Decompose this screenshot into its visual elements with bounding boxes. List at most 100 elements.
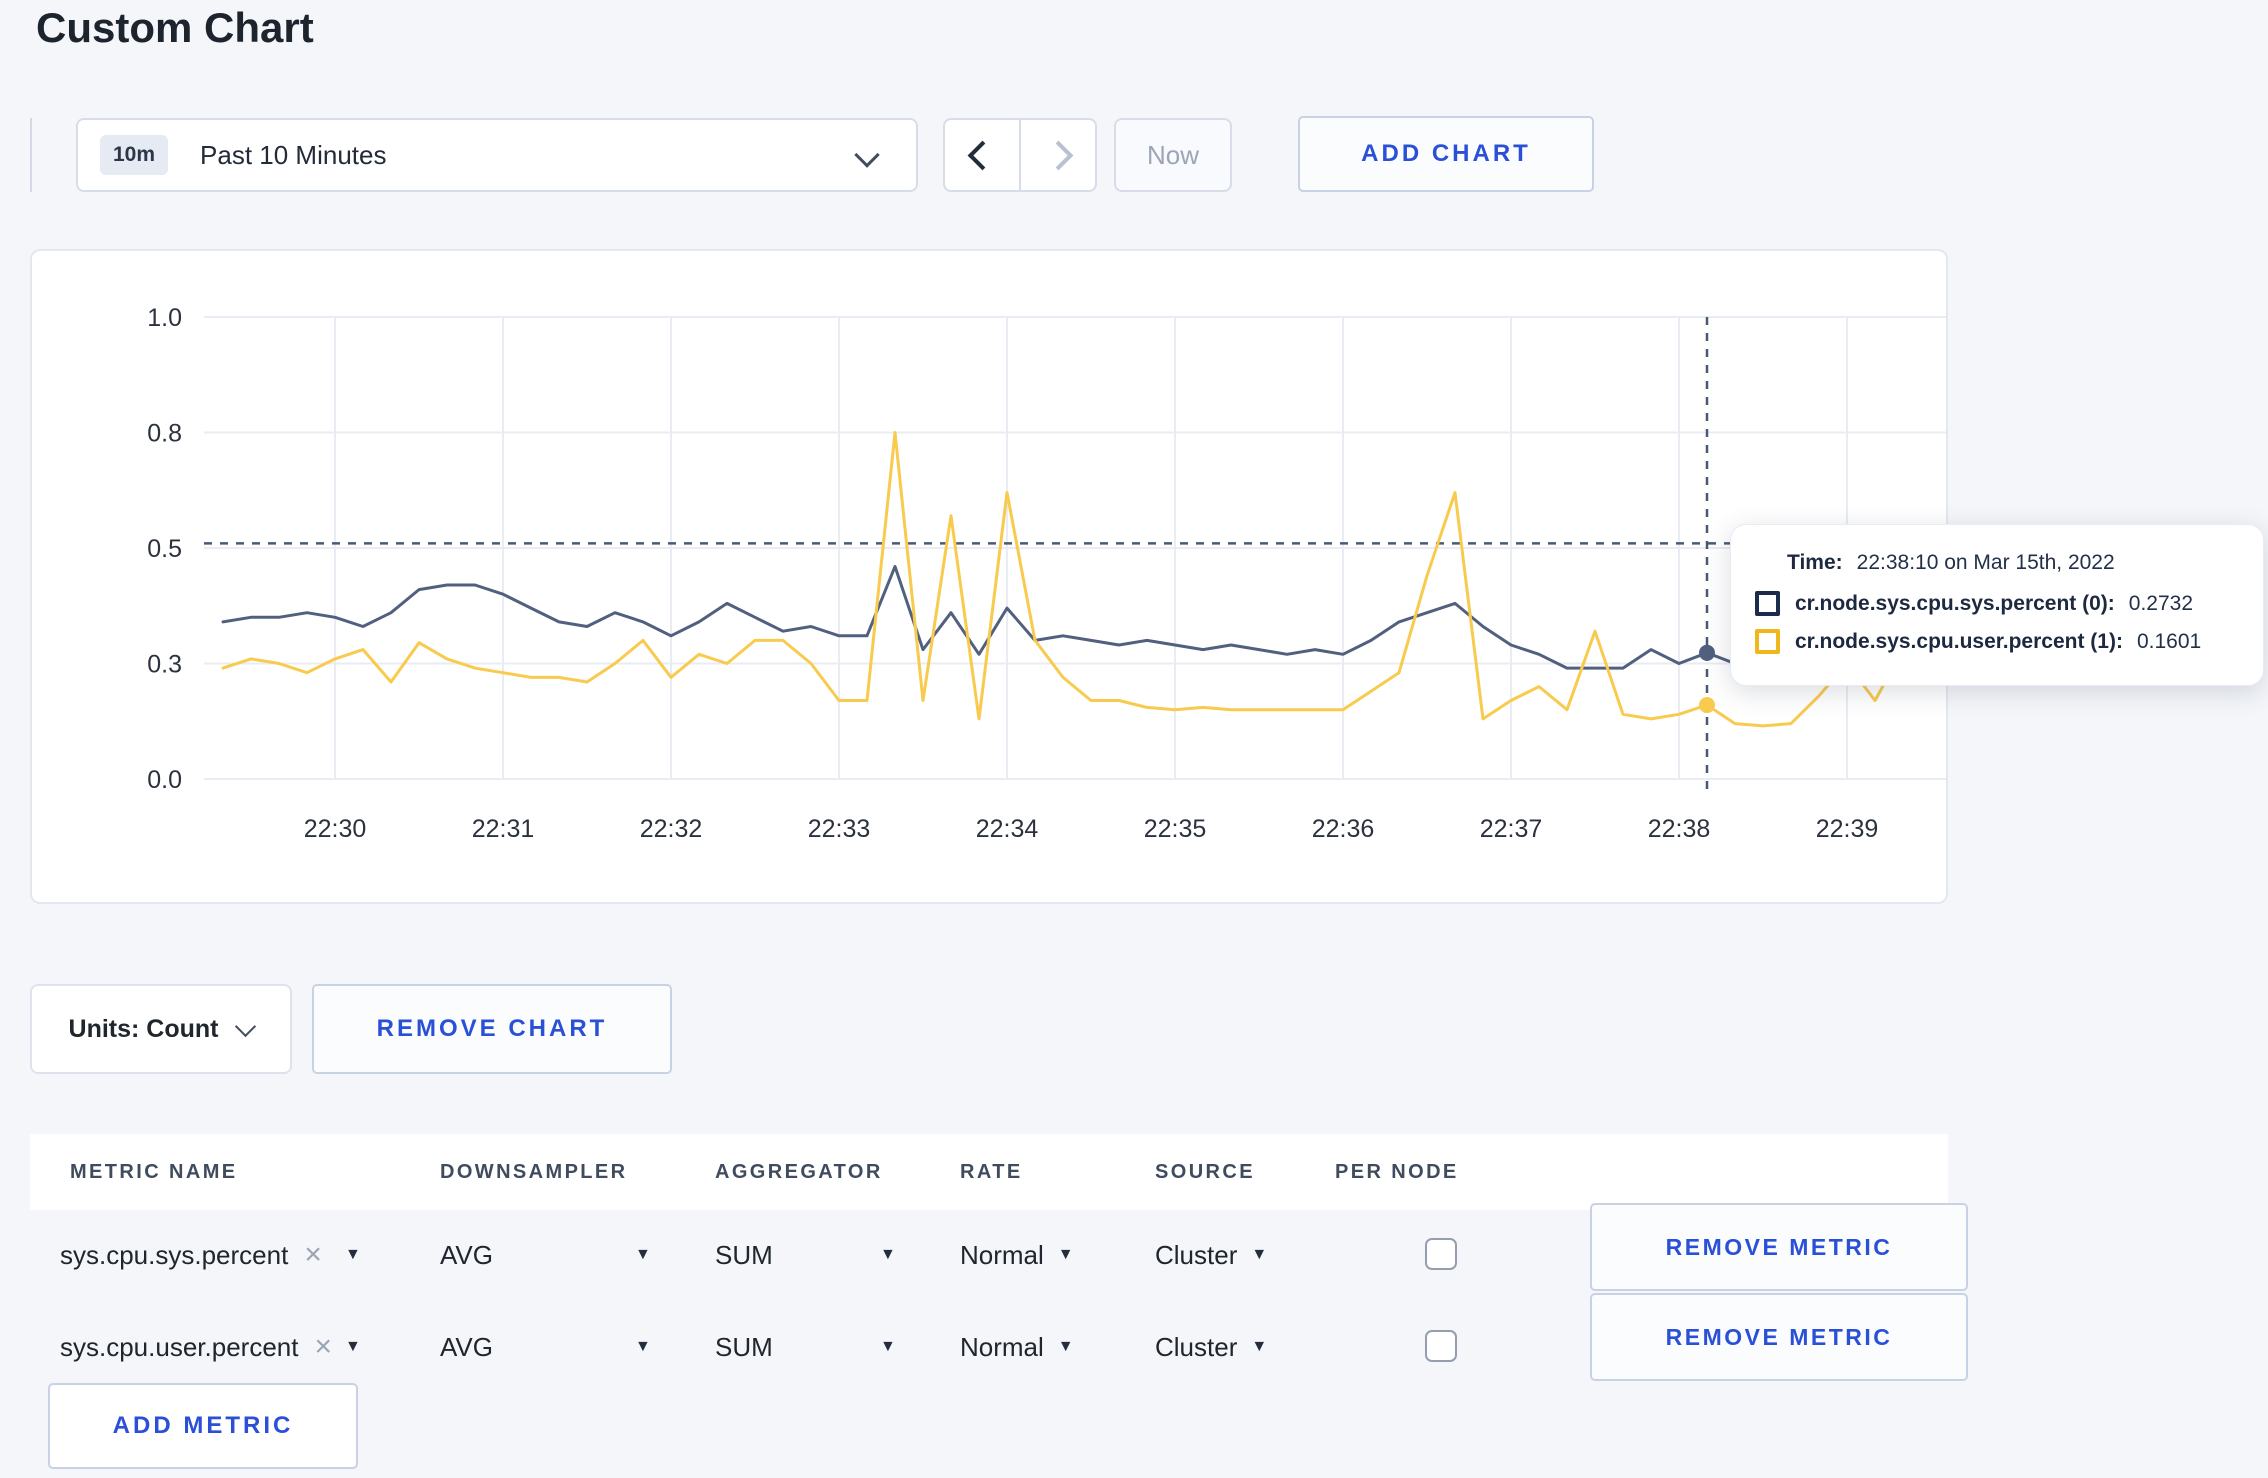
- source-value: Cluster: [1155, 1239, 1238, 1270]
- caret-down-icon: ▼: [1251, 1246, 1268, 1263]
- tooltip-series-row: cr.node.sys.cpu.sys.percent (0): 0.2732: [1755, 591, 2263, 616]
- units-label: Units: Count: [68, 1014, 219, 1043]
- rate-select[interactable]: Normal ▼: [960, 1302, 1074, 1392]
- metric-name-caret[interactable]: ▼: [345, 1302, 361, 1392]
- time-range-label: Past 10 Minutes: [200, 139, 387, 170]
- metric-row: sys.cpu.user.percent × ▼ AVG ▼ SUM ▼ Nor…: [30, 1293, 1968, 1392]
- metric-name-select[interactable]: sys.cpu.user.percent ×: [60, 1302, 332, 1392]
- tooltip-series-1-value: 0.1601: [2136, 629, 2202, 653]
- y-tick-label: 0.8: [147, 420, 182, 448]
- metric-name-select[interactable]: sys.cpu.sys.percent ×: [60, 1210, 322, 1300]
- x-tick-label: 22:34: [976, 815, 1039, 843]
- chart-card: 0.0 0.3 0.5 0.8 1.0 22:30 22:31 22:32 22:33 22:34…: [30, 249, 1948, 904]
- metrics-table-header: METRIC NAME DOWNSAMPLER AGGREGATOR RATE …: [30, 1134, 1948, 1210]
- aggregator-caret[interactable]: ▼: [880, 1210, 896, 1300]
- x-tick-label: 22:39: [1816, 815, 1879, 843]
- per-node-checkbox[interactable]: [1425, 1238, 1457, 1270]
- remove-metric-button[interactable]: REMOVE METRIC: [1590, 1293, 1968, 1381]
- chevron-left-icon: [967, 140, 997, 170]
- downsampler-caret[interactable]: ▼: [635, 1302, 651, 1392]
- downsampler-select[interactable]: AVG: [440, 1302, 493, 1392]
- caret-down-icon: ▼: [635, 1338, 651, 1355]
- header-metric-name: METRIC NAME: [70, 1161, 238, 1183]
- source-select[interactable]: Cluster ▼: [1155, 1210, 1267, 1300]
- x-tick-label: 22:33: [808, 815, 871, 843]
- tooltip-time-label: Time:: [1787, 551, 1843, 574]
- per-node-checkbox[interactable]: [1425, 1330, 1457, 1362]
- time-range-badge: 10m: [100, 135, 169, 175]
- caret-down-icon: ▼: [880, 1246, 896, 1263]
- caret-down-icon: ▼: [1057, 1338, 1074, 1355]
- y-tick-label: 0.3: [147, 651, 182, 679]
- next-time-button[interactable]: [1019, 120, 1095, 190]
- caret-down-icon: ▼: [345, 1338, 361, 1355]
- aggregator-select[interactable]: SUM: [715, 1210, 773, 1300]
- metric-name-caret[interactable]: ▼: [345, 1210, 361, 1300]
- source-value: Cluster: [1155, 1331, 1238, 1362]
- x-tick-label: 22:32: [640, 815, 703, 843]
- downsampler-select[interactable]: AVG: [440, 1210, 493, 1300]
- tooltip-series-1-name: cr.node.sys.cpu.user.percent (1):: [1795, 629, 2123, 653]
- x-tick-label: 22:30: [304, 815, 367, 843]
- chevron-down-icon: [235, 1015, 257, 1037]
- caret-down-icon: ▼: [1057, 1246, 1074, 1263]
- rate-value: Normal: [960, 1239, 1044, 1270]
- caret-down-icon: ▼: [880, 1338, 896, 1355]
- aggregator-value: SUM: [715, 1331, 773, 1362]
- aggregator-caret[interactable]: ▼: [880, 1302, 896, 1392]
- caret-down-icon: ▼: [1251, 1338, 1268, 1355]
- hover-dot-0: [1699, 644, 1716, 661]
- page-title: Custom Chart: [36, 4, 314, 51]
- prev-time-button[interactable]: [945, 120, 1019, 190]
- downsampler-value: AVG: [440, 1239, 493, 1270]
- series-line-0: [221, 565, 1933, 670]
- tooltip-time-value: 22:38:10 on Mar 15th, 2022: [1856, 551, 2115, 574]
- remove-chart-button[interactable]: REMOVE CHART: [312, 984, 672, 1074]
- add-chart-button[interactable]: ADD CHART: [1298, 116, 1594, 192]
- units-select[interactable]: Units: Count: [30, 984, 292, 1074]
- x-tick-label: 22:38: [1648, 815, 1711, 843]
- x-tick-label: 22:31: [472, 815, 535, 843]
- metric-name-label: sys.cpu.sys.percent: [60, 1239, 289, 1270]
- x-tick-label: 22:36: [1312, 815, 1375, 843]
- aggregator-select[interactable]: SUM: [715, 1302, 773, 1392]
- hover-dot-1: [1699, 697, 1716, 714]
- series-1-swatch-icon: [1755, 629, 1780, 654]
- downsampler-caret[interactable]: ▼: [635, 1210, 651, 1300]
- source-select[interactable]: Cluster ▼: [1155, 1302, 1267, 1392]
- toolbar-divider: [30, 118, 32, 192]
- header-per-node: PER NODE: [1335, 1161, 1459, 1183]
- x-tick-label: 22:35: [1144, 815, 1207, 843]
- chart-svg[interactable]: 0.0 0.3 0.5 0.8 1.0 22:30 22:31 22:32 22:33 22:34…: [32, 251, 1946, 902]
- aggregator-value: SUM: [715, 1239, 773, 1270]
- metric-name-label: sys.cpu.user.percent: [60, 1331, 299, 1362]
- rate-value: Normal: [960, 1331, 1044, 1362]
- rate-select[interactable]: Normal ▼: [960, 1210, 1074, 1300]
- y-tick-label: 0.0: [147, 766, 182, 794]
- tooltip-series-row: cr.node.sys.cpu.user.percent (1): 0.1601: [1755, 629, 2263, 654]
- y-tick-label: 1.0: [147, 304, 182, 332]
- x-tick-label: 22:37: [1480, 815, 1543, 843]
- series-line-1: [221, 431, 1933, 728]
- now-button[interactable]: Now: [1114, 118, 1232, 192]
- caret-down-icon: ▼: [635, 1246, 651, 1263]
- clear-metric-icon[interactable]: ×: [304, 1238, 322, 1272]
- tooltip-series-0-name: cr.node.sys.cpu.sys.percent (0):: [1795, 591, 2115, 615]
- chart-tooltip: Time: 22:38:10 on Mar 15th, 2022 cr.node.…: [1730, 524, 2264, 686]
- time-pager: [943, 118, 1097, 192]
- remove-metric-button[interactable]: REMOVE METRIC: [1590, 1203, 1968, 1291]
- header-rate: RATE: [960, 1161, 1023, 1183]
- header-source: SOURCE: [1155, 1161, 1255, 1183]
- add-metric-button[interactable]: ADD METRIC: [48, 1383, 358, 1469]
- tooltip-series-0-value: 0.2732: [2128, 591, 2194, 615]
- caret-down-icon: ▼: [345, 1246, 361, 1263]
- series-0-swatch-icon: [1755, 591, 1780, 616]
- header-downsampler: DOWNSAMPLER: [440, 1161, 628, 1183]
- header-aggregator: AGGREGATOR: [715, 1161, 883, 1183]
- metric-row: sys.cpu.sys.percent × ▼ AVG ▼ SUM ▼ Norm…: [30, 1203, 1968, 1300]
- time-range-select[interactable]: 10m Past 10 Minutes: [76, 118, 918, 192]
- chevron-down-icon: [854, 142, 880, 168]
- chevron-right-icon: [1043, 140, 1073, 170]
- clear-metric-icon[interactable]: ×: [314, 1330, 332, 1364]
- y-tick-label: 0.5: [147, 535, 182, 563]
